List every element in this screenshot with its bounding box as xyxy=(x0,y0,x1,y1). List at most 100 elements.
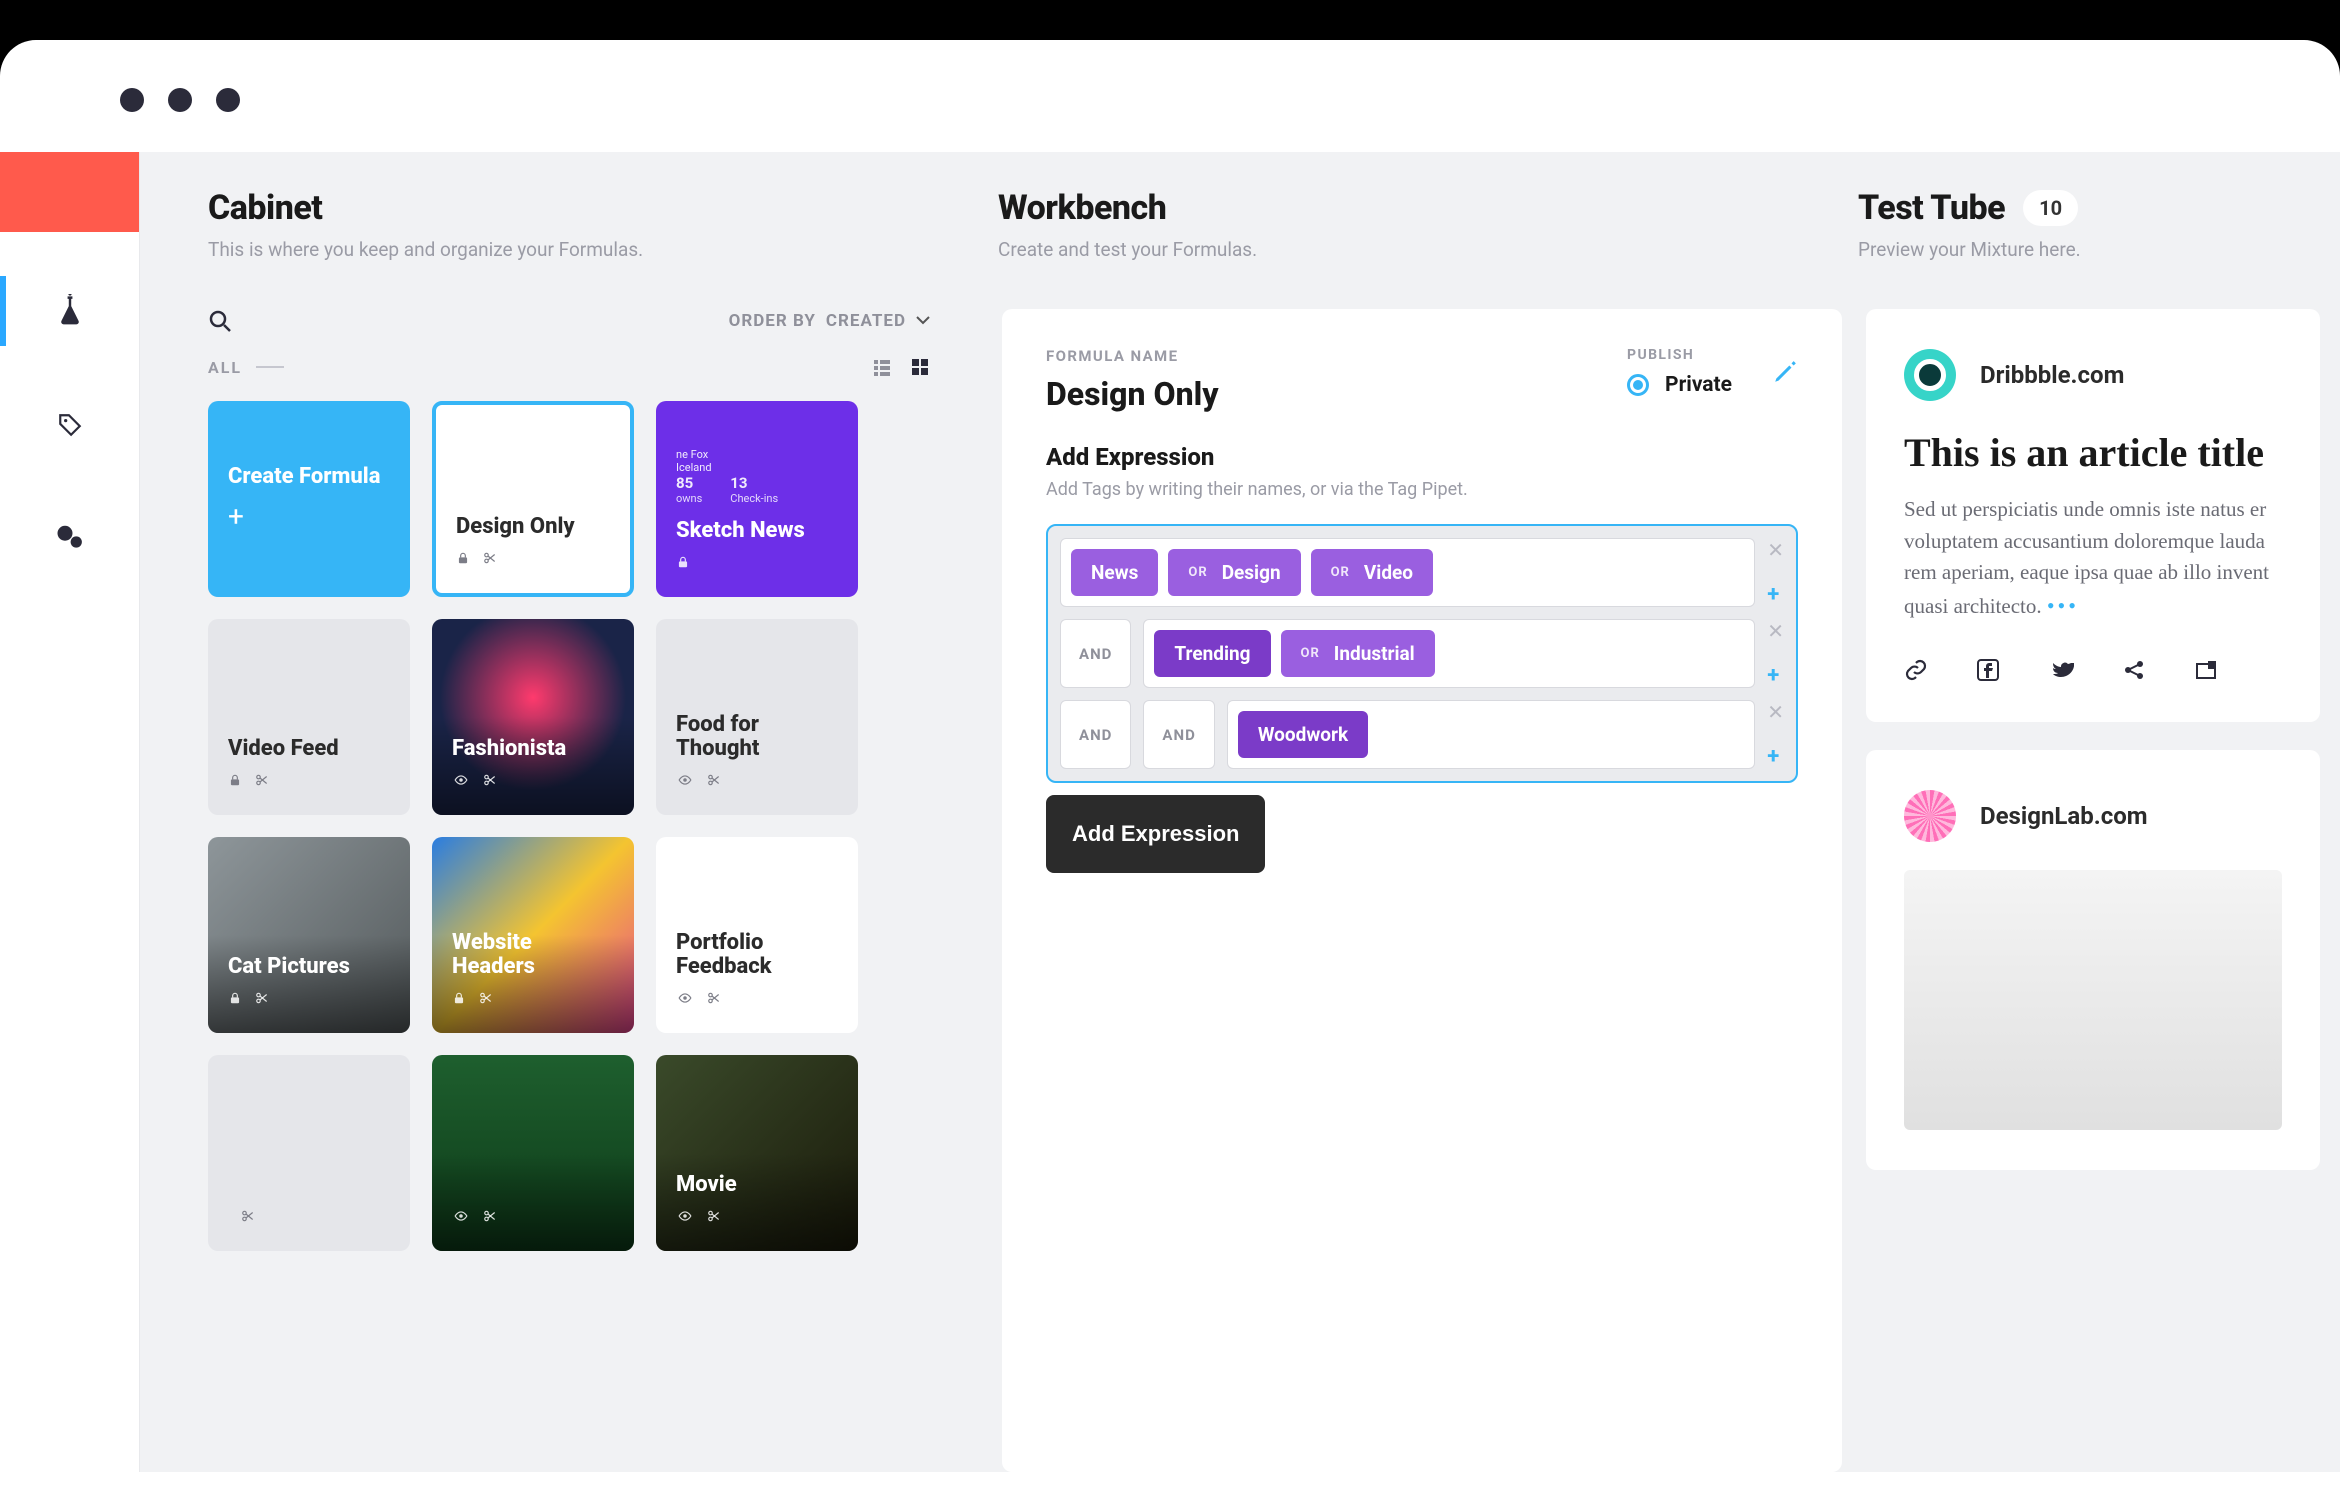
tag-icon xyxy=(57,412,83,438)
and-operator: AND xyxy=(1060,619,1131,688)
sidebar-item-home[interactable] xyxy=(0,400,139,450)
workbench-column: FORMULA NAME Design Only PUBLISH Private xyxy=(1002,309,1842,1472)
window-dot[interactable] xyxy=(168,88,192,112)
tag-chip[interactable]: ORDesign xyxy=(1168,549,1300,596)
add-tag-icon[interactable]: + xyxy=(1767,663,1784,688)
tag-chip[interactable]: News xyxy=(1071,549,1158,596)
remove-row-icon[interactable]: ✕ xyxy=(1767,538,1784,562)
app-root: Cabinet This is where you keep and organ… xyxy=(0,152,2340,1472)
card-meta xyxy=(676,555,838,573)
link-icon[interactable] xyxy=(1904,658,1928,682)
card-meta xyxy=(456,551,610,569)
sidebar-item-lab[interactable] xyxy=(0,282,139,340)
source-name: Dribbble.com xyxy=(1980,361,2124,389)
grid-view-icon[interactable] xyxy=(910,357,930,377)
formula-card[interactable] xyxy=(208,1055,410,1251)
view-toggles xyxy=(872,357,930,377)
sidebar-nav xyxy=(0,282,139,564)
card-title: Fashionista xyxy=(452,737,614,761)
embed-icon[interactable] xyxy=(2194,658,2218,682)
formula-card[interactable]: Cat Pictures xyxy=(208,837,410,1033)
tag-chip[interactable]: Trending xyxy=(1154,630,1270,677)
twitter-icon[interactable] xyxy=(2048,658,2074,682)
article-image xyxy=(1904,870,2282,1130)
card-title: Movie xyxy=(676,1173,838,1197)
sidebar-item-bubbles[interactable] xyxy=(0,510,139,564)
remove-row-icon[interactable]: ✕ xyxy=(1767,700,1784,724)
publish-control[interactable]: PUBLISH Private xyxy=(1627,347,1732,397)
expression-row: ANDTrendingORIndustrial✕+ xyxy=(1060,619,1784,688)
formula-card[interactable]: Food for Thought xyxy=(656,619,858,815)
more-dots-icon[interactable]: ••• xyxy=(2047,593,2079,618)
tag-input[interactable]: NewsORDesignORVideo xyxy=(1060,538,1755,607)
search-icon[interactable] xyxy=(208,309,232,333)
tag-input[interactable]: Woodwork xyxy=(1227,700,1755,769)
add-tag-icon[interactable]: + xyxy=(1767,744,1784,769)
share-icon[interactable] xyxy=(2122,658,2146,682)
formula-card[interactable] xyxy=(432,1055,634,1251)
scissors-icon xyxy=(482,773,498,791)
card-meta xyxy=(676,1209,838,1227)
scissors-icon xyxy=(706,773,722,791)
formula-card[interactable]: ne FoxIceland85owns13Check-insSketch New… xyxy=(656,401,858,597)
expression-group: NewsORDesignORVideo✕+ANDTrendingORIndust… xyxy=(1046,524,1798,783)
testtube-count-badge: 10 xyxy=(2023,190,2078,226)
card-meta xyxy=(228,1209,390,1227)
tag-chip[interactable]: ORIndustrial xyxy=(1281,630,1435,677)
edit-icon[interactable] xyxy=(1772,359,1798,385)
window-dot[interactable] xyxy=(120,88,144,112)
list-view-icon[interactable] xyxy=(872,357,892,377)
source-name: DesignLab.com xyxy=(1980,802,2148,830)
row-actions: ✕+ xyxy=(1767,538,1784,607)
source-avatar xyxy=(1904,790,1956,842)
filter-all[interactable]: ALL xyxy=(208,358,284,377)
or-operator: OR xyxy=(1331,565,1350,580)
article-card[interactable]: DesignLab.com xyxy=(1866,750,2320,1170)
order-by-label: ORDER BY xyxy=(729,311,816,331)
add-expression-button[interactable]: Add Expression xyxy=(1046,795,1265,873)
scissors-icon xyxy=(240,1209,256,1227)
remove-row-icon[interactable]: ✕ xyxy=(1767,619,1784,643)
article-card[interactable]: Dribbble.com This is an article title Se… xyxy=(1866,309,2320,722)
formula-card[interactable]: Movie xyxy=(656,1055,858,1251)
formula-card[interactable]: Video Feed xyxy=(208,619,410,815)
cabinet-toolbar: ORDER BY CREATED xyxy=(208,309,978,333)
tag-chip[interactable]: ORVideo xyxy=(1311,549,1433,596)
row-actions: ✕+ xyxy=(1767,700,1784,769)
formula-header: FORMULA NAME Design Only PUBLISH Private xyxy=(1046,347,1798,413)
card-meta xyxy=(228,773,390,791)
scissors-icon xyxy=(482,551,498,569)
radio-icon xyxy=(1627,374,1649,396)
workbench-title: Workbench xyxy=(998,188,1838,228)
scissors-icon xyxy=(254,773,270,791)
formula-card[interactable]: Website Headers xyxy=(432,837,634,1033)
formula-card[interactable]: Create Formula+ xyxy=(208,401,410,597)
add-expression-title: Add Expression xyxy=(1046,443,1798,471)
facebook-icon[interactable] xyxy=(1976,658,2000,682)
browser-frame: Cabinet This is where you keep and organ… xyxy=(0,40,2340,1496)
window-dot[interactable] xyxy=(216,88,240,112)
bubbles-icon xyxy=(55,522,85,552)
formula-card[interactable]: Design Only xyxy=(432,401,634,597)
or-operator: OR xyxy=(1188,565,1207,580)
article-body: Sed ut perspiciatis unde omnis iste natu… xyxy=(1904,494,2282,622)
formula-card[interactable]: Fashionista xyxy=(432,619,634,815)
order-by-control[interactable]: ORDER BY CREATED xyxy=(729,311,930,331)
formula-name: Design Only xyxy=(1046,375,1219,413)
cabinet-title: Cabinet xyxy=(208,188,978,228)
tag-input[interactable]: TrendingORIndustrial xyxy=(1143,619,1755,688)
brand-logo[interactable] xyxy=(0,152,139,232)
card-title: Sketch News xyxy=(676,519,838,543)
row-actions: ✕+ xyxy=(1767,619,1784,688)
card-meta xyxy=(452,1209,614,1227)
formula-card[interactable]: Portfolio Feedback xyxy=(656,837,858,1033)
card-title: Cat Pictures xyxy=(228,955,390,979)
card-meta xyxy=(452,773,614,791)
card-title: Create Formula xyxy=(228,465,390,489)
tag-chip[interactable]: Woodwork xyxy=(1238,711,1368,758)
cabinet-column: ORDER BY CREATED ALL xyxy=(208,309,978,1472)
add-tag-icon[interactable]: + xyxy=(1767,582,1784,607)
flask-icon xyxy=(55,294,85,328)
expression-section: Add Expression Add Tags by writing their… xyxy=(1046,443,1798,873)
scissors-icon xyxy=(478,991,494,1009)
